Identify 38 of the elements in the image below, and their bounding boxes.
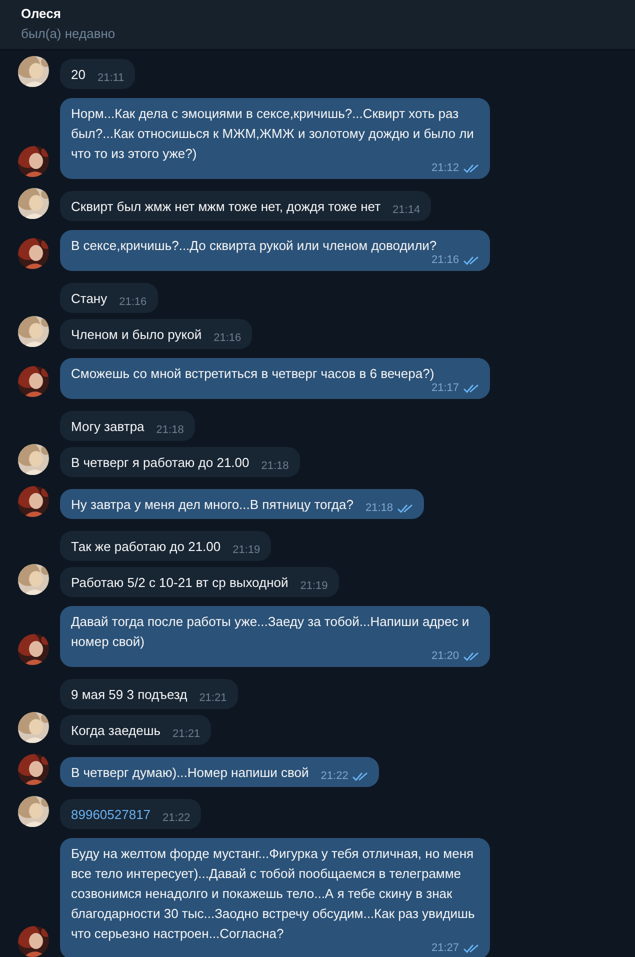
message-text: Сквирт был жмж нет мжм тоже нет, дождя тоже нет <box>71 198 381 216</box>
message-text: Буду на желтом форде мустанг...Фигурка у тебя отличная, но меня все тело интересует)...Давай с тобой пообщаемся в телеграмме созвонимся ненадолго и покажешь тело...А я тебе скину в знак благодарности 30 тыс...Заодно встречу обсудим...Как раз увидишь что серьезно настроен...Согласна? <box>71 845 476 943</box>
message-time: 21:17 <box>431 381 459 395</box>
contact-status: был(а) недавно <box>21 25 116 43</box>
message-text: 9 мая 59 3 подъезд <box>71 686 188 704</box>
message-text: Работаю 5/2 с 10-21 вт ср выходной <box>71 574 288 592</box>
phone-link[interactable]: 89960527817 <box>71 805 151 825</box>
message-time: 21:20 <box>431 649 459 663</box>
message-time: 21:21 <box>199 691 227 705</box>
message-text: В четверг думаю)...Номер напиши свой <box>71 764 309 782</box>
message-text: Членом и было рукой <box>71 326 202 344</box>
message-time: 21:19 <box>232 543 260 557</box>
message-time: 21:22 <box>162 811 190 825</box>
message-time: 21:14 <box>392 203 420 217</box>
message-time: 21:22 <box>320 769 348 783</box>
message-time: 21:16 <box>431 253 459 267</box>
message-time: 21:18 <box>156 423 184 437</box>
message-text: Ну завтра у меня дел много...В пятницу тогда? <box>71 496 354 514</box>
message-time: 21:19 <box>300 579 328 593</box>
message-text: Давай тогда после работы уже...Заеду за тобой...Напиши адрес и номер свой) <box>71 613 470 651</box>
message-text: В сексе,кричишь?...До сквирта рукой или членом доводили? <box>71 237 437 255</box>
message-time: 21:18 <box>365 501 393 515</box>
message-time: 21:18 <box>261 459 289 473</box>
message-text: Так же работаю до 21.00 <box>71 538 221 556</box>
message-text: Сможешь со мной встретиться в четверг часов в 6 вечера?) <box>71 365 434 383</box>
message-text: Норм...Как дела с эмоциями в сексе,кричишь?...Сквирт хоть раз был?...Как относишься к МЖМ,ЖМЖ и золотому дождю и было ли что то из этого уже?) <box>71 105 475 163</box>
message-time: 21:27 <box>431 941 459 955</box>
message-text: 20 <box>71 66 86 84</box>
message-text: Стану <box>71 290 108 308</box>
message-time: 21:12 <box>431 161 459 175</box>
message-time: 21:16 <box>119 295 147 309</box>
message-text: В четверг я работаю до 21.00 <box>71 454 250 472</box>
message-text: Когда заедешь <box>71 722 161 740</box>
message-text: Могу завтра <box>71 418 144 436</box>
message-time: 21:16 <box>214 331 242 345</box>
contact-name: Олеся <box>21 6 62 22</box>
message-time: 21:21 <box>172 727 200 741</box>
message-time: 21:11 <box>97 71 124 85</box>
